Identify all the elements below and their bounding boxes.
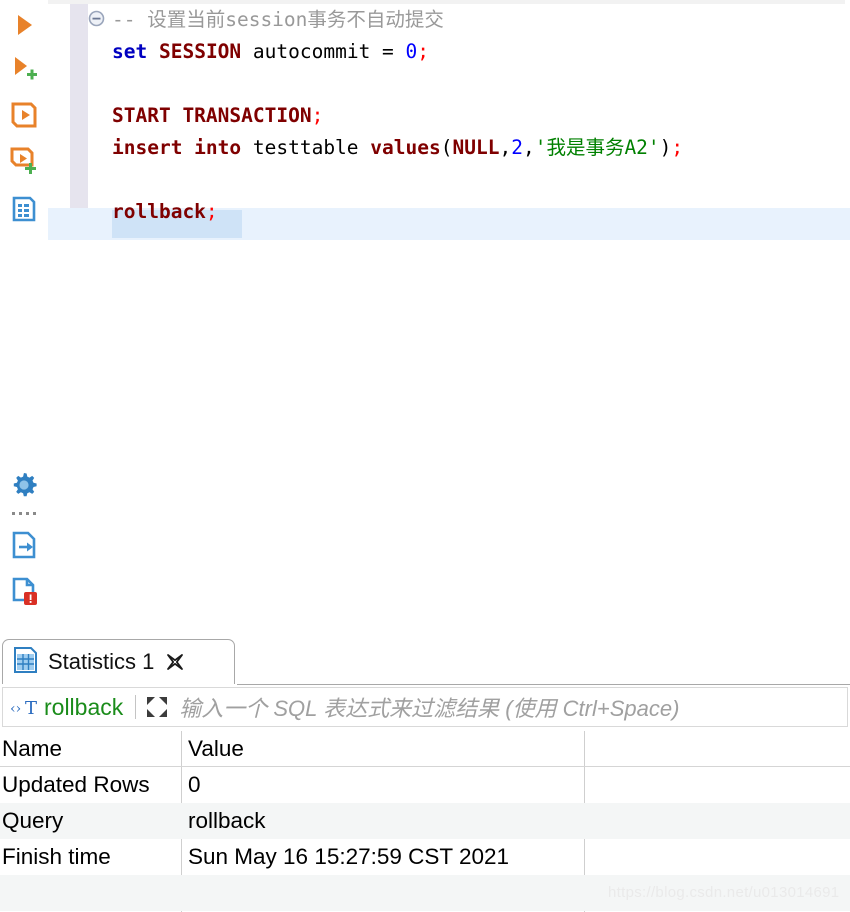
code-token: autocommit = xyxy=(241,40,406,63)
table-row[interactable]: Updated Rows 0 xyxy=(0,767,850,803)
code-token: SESSION xyxy=(158,40,242,63)
filter-query-text[interactable]: rollback xyxy=(44,694,123,721)
execute-script-new-tab-button[interactable] xyxy=(5,144,43,182)
code-token: , xyxy=(499,136,512,159)
cell-value[interactable] xyxy=(184,875,582,911)
cell-name[interactable]: Finish time xyxy=(0,839,181,875)
gear-icon xyxy=(9,470,39,505)
code-line: START TRANSACTION; xyxy=(48,100,850,132)
sql-text-icon: ‹› T xyxy=(9,695,43,719)
column-header[interactable]: Value xyxy=(184,731,582,767)
tab-label: Statistics 1 xyxy=(48,649,155,674)
code-line: rollback; xyxy=(48,196,850,228)
show-errors-button[interactable] xyxy=(5,574,43,612)
cell-name[interactable]: Updated Rows xyxy=(0,767,181,803)
code-token: insert into xyxy=(112,136,242,159)
play-plus-icon xyxy=(10,55,38,88)
table-header-row: Name Value xyxy=(0,731,850,767)
sql-editor-toolbar xyxy=(0,0,48,632)
execute-script-button[interactable] xyxy=(5,98,43,136)
results-panel: Statistics 1 ‹› T rollback 输入一个 SQL 表达式来… xyxy=(0,632,850,912)
document-error-icon xyxy=(10,576,38,611)
code-token: rollback xyxy=(112,200,206,223)
code-token: '我是事务A2' xyxy=(534,136,660,159)
script-execute-icon xyxy=(9,100,39,135)
code-token: NULL xyxy=(452,136,500,159)
play-icon xyxy=(11,12,37,43)
code-content[interactable]: -- 设置当前session事务不自动提交 set SESSION autocom… xyxy=(48,4,850,228)
code-token: testtable xyxy=(241,136,371,159)
close-icon[interactable] xyxy=(165,652,185,672)
tab-strip-separator xyxy=(237,684,850,685)
code-token: 0 xyxy=(405,40,418,63)
statistics-grid-icon xyxy=(10,195,38,228)
results-filter-bar[interactable]: ‹› T rollback 输入一个 SQL 表达式来过滤结果 (使用 Ctrl… xyxy=(2,687,848,727)
cell-extra[interactable] xyxy=(587,803,850,839)
cell-extra[interactable] xyxy=(587,767,850,803)
cell-value[interactable]: 0 xyxy=(184,767,582,803)
cell-extra[interactable] xyxy=(587,839,850,875)
table-row[interactable]: Finish time Sun May 16 15:27:59 CST 2021 xyxy=(0,839,850,875)
maximize-icon[interactable] xyxy=(144,694,170,720)
code-token: ( xyxy=(440,136,453,159)
tab-statistics-1[interactable]: Statistics 1 xyxy=(2,639,235,684)
code-token: ; xyxy=(417,40,430,63)
filter-divider xyxy=(135,695,137,719)
table-row[interactable]: Query rollback xyxy=(0,803,850,839)
cell-name[interactable]: Query xyxy=(0,803,181,839)
code-token: ; xyxy=(205,200,218,223)
code-line: -- 设置当前session事务不自动提交 xyxy=(48,4,850,36)
code-token: -- 设置当前session事务不自动提交 xyxy=(112,8,444,31)
code-token: 2 xyxy=(511,136,523,159)
cell-value[interactable]: Sun May 16 15:27:59 CST 2021 xyxy=(184,839,582,875)
code-line: insert into testtable values(NULL,2,'我是事… xyxy=(48,132,850,164)
execute-statement-button[interactable] xyxy=(5,8,43,46)
cell-value[interactable]: rollback xyxy=(184,803,582,839)
column-header[interactable]: Name xyxy=(0,731,181,767)
code-line: set SESSION autocommit = 0; xyxy=(48,36,850,68)
code-token: ; xyxy=(671,136,684,159)
sql-editor-settings-button[interactable] xyxy=(5,468,43,506)
watermark: https://blog.csdn.net/u013014691 xyxy=(608,884,840,901)
statistics-grid-icon xyxy=(13,646,39,679)
filter-input-placeholder[interactable]: 输入一个 SQL 表达式来过滤结果 (使用 Ctrl+Space) xyxy=(179,691,679,723)
code-token: START TRANSACTION xyxy=(112,104,312,127)
export-from-query-button[interactable] xyxy=(5,528,43,566)
code-token: set xyxy=(112,40,148,63)
script-execute-plus-icon xyxy=(9,146,39,181)
execute-statistics-button[interactable] xyxy=(5,192,43,230)
document-export-icon xyxy=(10,530,38,565)
code-token: ; xyxy=(311,104,324,127)
toolbar-drag-dots xyxy=(6,508,42,518)
results-tab-strip: Statistics 1 xyxy=(0,632,850,686)
code-token: ) xyxy=(659,136,672,159)
column-header[interactable] xyxy=(587,731,850,767)
code-token: values xyxy=(370,136,441,159)
code-token: , xyxy=(522,136,535,159)
execute-statement-new-tab-button[interactable] xyxy=(5,52,43,90)
svg-text:‹›: ‹› xyxy=(10,701,21,717)
svg-text:T: T xyxy=(25,698,37,718)
sql-code-editor[interactable]: -- 设置当前session事务不自动提交 set SESSION autocom… xyxy=(48,4,850,632)
cell-name[interactable] xyxy=(0,875,181,911)
